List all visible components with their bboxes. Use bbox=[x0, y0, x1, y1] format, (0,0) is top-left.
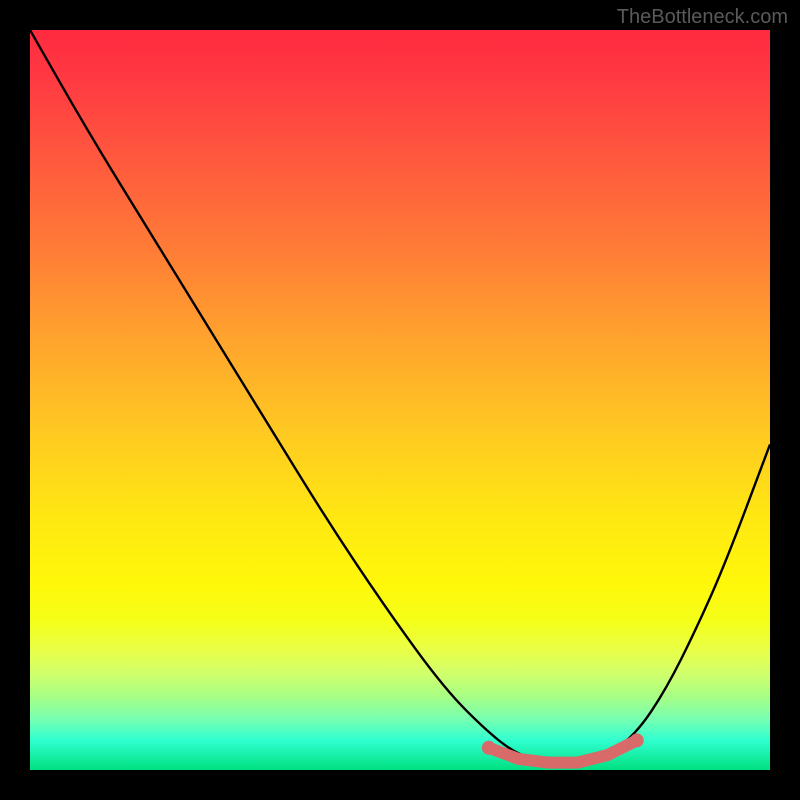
highlight-stroke bbox=[489, 740, 637, 762]
highlight-dot bbox=[630, 733, 644, 747]
curve-layer bbox=[30, 30, 770, 770]
highlight-region bbox=[482, 733, 644, 762]
watermark-text: TheBottleneck.com bbox=[617, 6, 788, 29]
bottleneck-curve-path bbox=[30, 30, 770, 763]
chart-plot-area bbox=[30, 30, 770, 770]
highlight-dot bbox=[482, 741, 496, 755]
